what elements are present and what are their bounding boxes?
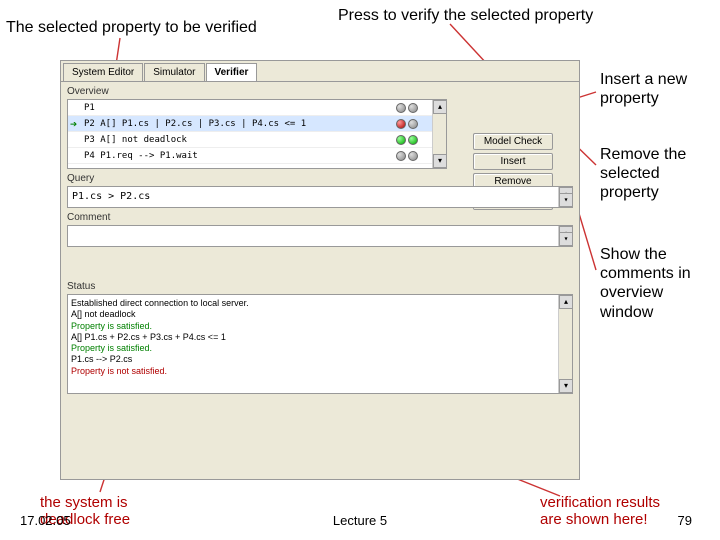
property-text: P1: [84, 103, 444, 113]
callout-remove: Remove the selected property: [600, 145, 710, 203]
led-gray-icon: [408, 103, 418, 113]
callout-insert: Insert a new property: [600, 70, 710, 108]
tab-bar: System Editor Simulator Verifier: [61, 61, 579, 82]
callout-press-verify: Press to verify the selected property: [338, 6, 593, 25]
scroll-down-icon[interactable]: ▾: [559, 193, 573, 207]
scroll-down-icon[interactable]: ▾: [559, 232, 573, 246]
scroll-down-icon[interactable]: ▾: [433, 154, 447, 168]
status-line: Established direct connection to local s…: [71, 298, 569, 309]
comment-input[interactable]: ▴ ▾: [67, 225, 573, 247]
scroll-up-icon[interactable]: ▴: [433, 100, 447, 114]
led-green-icon: [408, 135, 418, 145]
status-line-satisfied: Property is satisfied.: [71, 343, 569, 354]
status-panel: Established direct connection to local s…: [67, 294, 573, 394]
tab-simulator[interactable]: Simulator: [144, 63, 204, 81]
callout-comments: Show the comments in overview window: [600, 245, 710, 322]
status-line: A[] not deadlock: [71, 309, 569, 320]
insert-button[interactable]: Insert: [473, 153, 553, 170]
footer-date: 17.02.05: [20, 513, 71, 528]
status-label: Status: [61, 277, 579, 294]
status-line-satisfied: Property is satisfied.: [71, 321, 569, 332]
tab-system-editor[interactable]: System Editor: [63, 63, 143, 81]
property-row[interactable]: P3 A[] not deadlock: [68, 132, 446, 148]
scroll-down-icon[interactable]: ▾: [559, 379, 573, 393]
led-green-icon: [396, 135, 406, 145]
callout-selected-property: The selected property to be verified: [6, 18, 257, 37]
footer-page-number: 79: [678, 513, 692, 528]
comment-scrollbar[interactable]: ▴ ▾: [558, 226, 572, 246]
property-text: P2 A[] P1.cs | P2.cs | P3.cs | P4.cs <= …: [84, 119, 444, 129]
status-line: P1.cs --> P2.cs: [71, 354, 569, 365]
query-scrollbar[interactable]: ▴ ▾: [558, 187, 572, 207]
property-row[interactable]: P1: [68, 100, 446, 116]
model-check-button[interactable]: Model Check: [473, 133, 553, 150]
led-gray-icon: [408, 119, 418, 129]
led-gray-icon: [396, 103, 406, 113]
led-gray-icon: [396, 151, 406, 161]
property-row-selected[interactable]: ➔ P2 A[] P1.cs | P2.cs | P3.cs | P4.cs <…: [68, 116, 446, 132]
status-led-column: [392, 100, 428, 164]
query-input[interactable]: P1.cs > P2.cs ▴ ▾: [67, 186, 573, 208]
selected-arrow-icon: ➔: [70, 117, 84, 131]
query-text: P1.cs > P2.cs: [72, 191, 150, 202]
verifier-window: System Editor Simulator Verifier Model C…: [60, 60, 580, 480]
status-line: A[] P1.cs + P2.cs + P3.cs + P4.cs <= 1: [71, 332, 569, 343]
comment-label: Comment: [61, 208, 579, 225]
led-gray-icon: [408, 151, 418, 161]
overview-label: Overview: [61, 82, 579, 99]
led-red-icon: [396, 119, 406, 129]
property-row[interactable]: P4 P1.req --> P1.wait: [68, 148, 446, 164]
property-text: P3 A[] not deadlock: [84, 135, 444, 145]
overview-list[interactable]: P1 ➔ P2 A[] P1.cs | P2.cs | P3.cs | P4.c…: [67, 99, 447, 169]
status-scrollbar[interactable]: ▴ ▾: [558, 295, 572, 393]
scroll-up-icon[interactable]: ▴: [559, 295, 573, 309]
tab-verifier[interactable]: Verifier: [206, 63, 258, 81]
overview-scrollbar[interactable]: ▴ ▾: [432, 100, 446, 168]
property-text: P4 P1.req --> P1.wait: [84, 151, 444, 161]
footer-title: Lecture 5: [333, 513, 387, 528]
status-line-not-satisfied: Property is not satisfied.: [71, 366, 569, 377]
